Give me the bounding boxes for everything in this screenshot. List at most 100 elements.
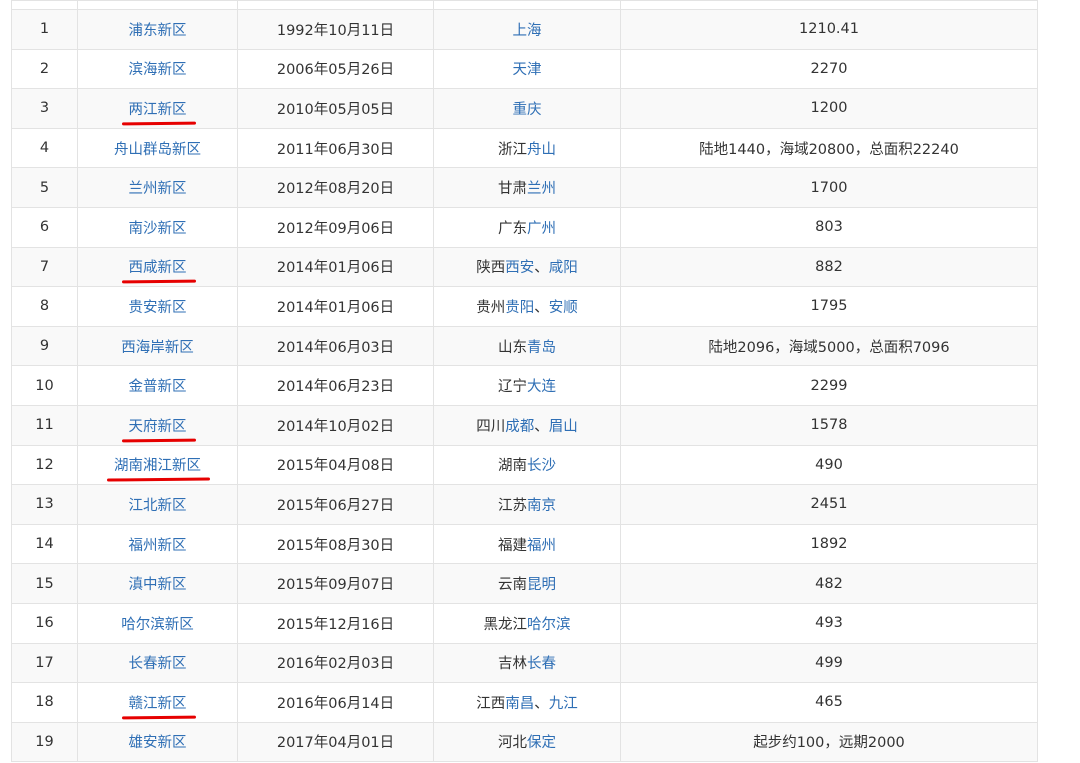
approval-date: 2014年10月02日: [237, 404, 434, 446]
new-area-link[interactable]: 天府新区: [129, 415, 187, 436]
city-link[interactable]: 大连: [527, 379, 556, 395]
city-link[interactable]: 南昌: [505, 696, 534, 712]
table-row: 15 滇中新区 2015年09月07日 云南昆明 482: [11, 563, 1038, 604]
new-area-name-cell: 天府新区: [77, 404, 238, 446]
new-area-link[interactable]: 福州新区: [129, 534, 187, 555]
table-body: 1 浦东新区 1992年10月11日 上海 1210.41 2 滨海新区 2006年05月26…: [11, 0, 1038, 763]
approval-date: 2015年08月30日: [237, 523, 434, 565]
new-area-link[interactable]: 长春新区: [129, 652, 187, 673]
approval-date: 2014年01月06日: [237, 286, 434, 327]
location-separator: 、: [534, 695, 549, 712]
province-name: 贵州: [476, 299, 506, 316]
table-row: 1 浦东新区 1992年10月11日 上海 1210.41: [11, 9, 1038, 50]
row-number: 8: [11, 286, 78, 327]
new-area-link[interactable]: 哈尔滨新区: [121, 613, 194, 634]
area-value: 1700: [620, 167, 1038, 208]
location-separator: 、: [534, 418, 549, 435]
row-number: 3: [11, 88, 78, 129]
city-link[interactable]: 安顺: [549, 300, 578, 316]
city-link[interactable]: 成都: [505, 419, 534, 435]
approval-date: 2016年06月14日: [237, 682, 434, 723]
row-number: 2: [11, 48, 78, 90]
city-link[interactable]: 天津: [513, 62, 542, 78]
province-name: 四川: [476, 418, 506, 435]
area-value: 493: [620, 602, 1038, 644]
approval-date: 2012年08月20日: [237, 167, 434, 208]
location-cell: 云南昆明: [433, 563, 621, 604]
city-link[interactable]: 昆明: [527, 577, 556, 593]
new-area-name-cell: 舟山群岛新区: [77, 127, 238, 169]
city-link[interactable]: 重庆: [513, 102, 542, 118]
row-number: 5: [11, 167, 78, 208]
new-area-link[interactable]: 南沙新区: [129, 217, 187, 238]
city-link[interactable]: 上海: [513, 23, 542, 39]
new-area-link[interactable]: 滨海新区: [129, 58, 187, 79]
area-value: 起步约100，远期2000: [620, 721, 1038, 763]
city-link[interactable]: 广州: [527, 221, 556, 237]
city-link[interactable]: 长春: [527, 656, 556, 672]
new-area-link[interactable]: 两江新区: [129, 98, 187, 119]
new-area-name-cell: 福州新区: [77, 523, 238, 565]
new-area-link[interactable]: 金普新区: [129, 375, 187, 396]
approval-date: 2014年06月03日: [237, 325, 434, 367]
city-link[interactable]: 舟山: [527, 142, 556, 158]
row-number: 7: [11, 246, 78, 288]
location-cell: 江西南昌、九江: [433, 682, 621, 723]
table-row: 5 兰州新区 2012年08月20日 甘肃兰州 1700: [11, 167, 1038, 208]
province-name: 山东: [498, 339, 527, 356]
city-link[interactable]: 青岛: [527, 340, 556, 356]
new-area-link[interactable]: 兰州新区: [129, 177, 187, 198]
area-value: 499: [620, 642, 1038, 684]
city-link[interactable]: 贵阳: [505, 300, 534, 316]
new-area-link[interactable]: 西海岸新区: [121, 336, 194, 357]
table-row: 17 长春新区 2016年02月03日 吉林长春 499: [11, 642, 1038, 684]
new-area-name-cell: 滇中新区: [77, 563, 238, 604]
city-link[interactable]: 保定: [527, 735, 556, 751]
city-link[interactable]: 长沙: [527, 458, 556, 474]
row-number: 14: [11, 523, 78, 565]
province-name: 湖南: [498, 458, 527, 475]
row-number: 9: [11, 325, 78, 367]
area-value: 1210.41: [620, 9, 1038, 50]
row-number: 12: [11, 444, 78, 486]
province-name: 广东: [498, 220, 527, 237]
city-link[interactable]: 西安: [505, 260, 534, 276]
approval-date: 2012年09月06日: [237, 206, 434, 248]
new-area-link[interactable]: 湖南湘江新区: [114, 454, 201, 475]
new-area-link[interactable]: 西咸新区: [129, 256, 187, 277]
row-number: 16: [11, 602, 78, 644]
city-link[interactable]: 南京: [527, 498, 556, 514]
approval-date: 2014年01月06日: [237, 246, 434, 288]
city-link[interactable]: 眉山: [549, 419, 578, 435]
row-number: 11: [11, 404, 78, 446]
area-value: 1892: [620, 523, 1038, 565]
location-cell: 河北保定: [433, 721, 621, 763]
location-cell: 江苏南京: [433, 484, 621, 525]
new-area-link[interactable]: 舟山群岛新区: [114, 138, 201, 159]
city-link[interactable]: 九江: [549, 696, 578, 712]
area-value: 1795: [620, 286, 1038, 327]
table-row: 9 西海岸新区 2014年06月03日 山东青岛 陆地2096，海域5000，总面积70…: [11, 325, 1038, 367]
new-area-link[interactable]: 贵安新区: [129, 296, 187, 317]
area-value: 803: [620, 206, 1038, 248]
new-area-link[interactable]: 雄安新区: [129, 731, 187, 752]
new-area-name-cell: 贵安新区: [77, 286, 238, 327]
approval-date: 1992年10月11日: [237, 9, 434, 50]
province-name: 黑龙江: [483, 616, 528, 633]
location-cell: 吉林长春: [433, 642, 621, 684]
province-name: 浙江: [498, 141, 527, 158]
city-link[interactable]: 福州: [527, 538, 556, 554]
row-number: 18: [11, 682, 78, 723]
province-name: 江苏: [498, 497, 527, 514]
table-row: 2 滨海新区 2006年05月26日 天津 2270: [11, 48, 1038, 90]
city-link[interactable]: 咸阳: [549, 260, 578, 276]
new-area-link[interactable]: 江北新区: [129, 494, 187, 515]
row-number: 1: [11, 9, 78, 50]
new-area-link[interactable]: 滇中新区: [129, 573, 187, 594]
city-link[interactable]: 哈尔滨: [527, 617, 571, 633]
new-area-name-cell: 雄安新区: [77, 721, 238, 763]
location-cell: 山东青岛: [433, 325, 621, 367]
new-area-link[interactable]: 赣江新区: [129, 692, 187, 713]
city-link[interactable]: 兰州: [527, 181, 556, 197]
new-area-link[interactable]: 浦东新区: [129, 19, 187, 40]
